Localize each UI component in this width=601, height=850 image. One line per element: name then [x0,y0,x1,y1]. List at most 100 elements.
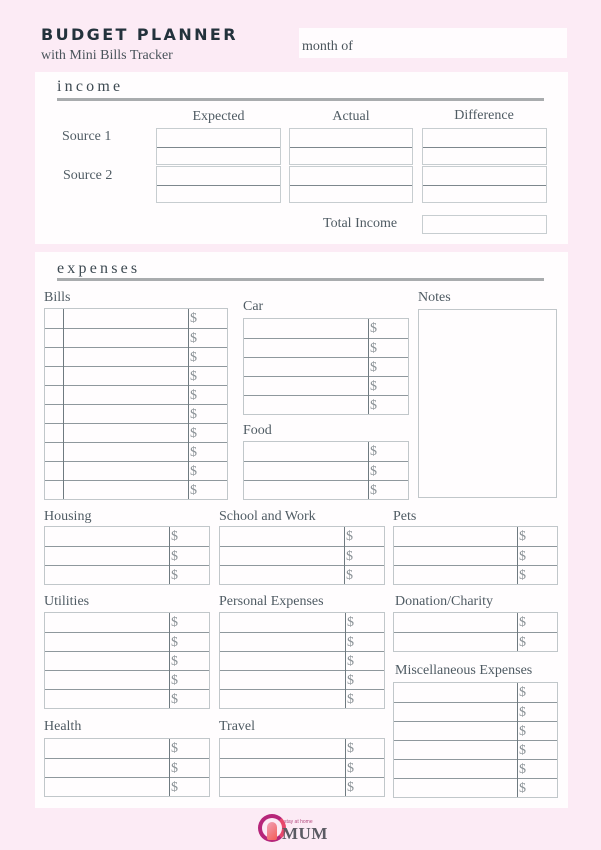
source-2-actual-field[interactable] [289,166,413,203]
total-income-field[interactable] [422,215,547,234]
dollar-sign: $ [519,635,526,650]
bills-row[interactable]: $ [45,385,227,404]
school-work-row[interactable]: $ [220,565,384,584]
bill-paid-checkbox[interactable] [45,367,63,385]
travel-row[interactable]: $ [220,739,384,758]
dollar-sign: $ [171,741,178,756]
brand-logo: stay at home MUM [258,812,342,846]
dollar-sign: $ [346,568,353,583]
dollar-sign: $ [519,762,526,777]
food-row[interactable]: $ [244,480,408,499]
amount-column-divider [188,309,189,499]
source-2-expected-field[interactable] [156,166,281,203]
bills-row[interactable]: $ [45,423,227,442]
bill-paid-checkbox[interactable] [45,481,63,499]
health-row[interactable]: $ [45,739,209,758]
car-row[interactable]: $ [244,338,408,357]
bills-row[interactable]: $ [45,480,227,499]
source-1-actual-field[interactable] [289,128,413,165]
school-work-row[interactable]: $ [220,546,384,565]
travel-row[interactable]: $ [220,758,384,777]
dollar-sign: $ [347,635,354,650]
bills-row[interactable]: $ [45,309,227,328]
bill-paid-checkbox[interactable] [45,386,63,404]
bills-row[interactable]: $ [45,404,227,423]
dollar-sign: $ [519,529,526,544]
utilities-row[interactable]: $ [45,689,209,708]
bills-label: Bills [44,290,71,305]
car-row[interactable]: $ [244,319,408,338]
school-work-row[interactable]: $ [220,527,384,546]
amount-column-divider [169,613,170,708]
month-field[interactable]: month of [299,28,567,58]
utilities-row[interactable]: $ [45,670,209,689]
car-row[interactable]: $ [244,395,408,414]
pets-row[interactable]: $ [394,565,557,584]
car-row[interactable]: $ [244,357,408,376]
dollar-sign: $ [370,483,377,498]
misc-row[interactable]: $ [394,759,557,778]
misc-row[interactable]: $ [394,740,557,759]
pets-row[interactable]: $ [394,527,557,546]
amount-column-divider [345,613,346,708]
utilities-row[interactable]: $ [45,651,209,670]
dollar-sign: $ [519,781,526,796]
source-1-expected-field[interactable] [156,128,281,165]
personal-row[interactable]: $ [220,632,384,651]
misc-label: Miscellaneous Expenses [395,663,533,678]
donation-row[interactable]: $ [394,632,557,651]
bill-paid-checkbox[interactable] [45,405,63,423]
misc-row[interactable]: $ [394,721,557,740]
source-1-label: Source 1 [62,129,112,144]
travel-row[interactable]: $ [220,777,384,796]
bill-paid-checkbox[interactable] [45,462,63,480]
housing-row[interactable]: $ [45,527,209,546]
bills-row[interactable]: $ [45,461,227,480]
dollar-sign: $ [519,615,526,630]
bill-paid-checkbox[interactable] [45,424,63,442]
dollar-sign: $ [190,483,197,498]
misc-row[interactable]: $ [394,778,557,797]
food-row[interactable]: $ [244,442,408,461]
misc-row[interactable]: $ [394,683,557,702]
dollar-sign: $ [171,673,178,688]
dollar-sign: $ [190,407,197,422]
utilities-row[interactable]: $ [45,632,209,651]
dollar-sign: $ [519,705,526,720]
donation-row[interactable]: $ [394,613,557,632]
health-row[interactable]: $ [45,758,209,777]
health-row[interactable]: $ [45,777,209,796]
car-row[interactable]: $ [244,376,408,395]
source-1-difference-field[interactable] [422,128,547,165]
food-row[interactable]: $ [244,461,408,480]
bills-row[interactable]: $ [45,328,227,347]
housing-row[interactable]: $ [45,565,209,584]
personal-row[interactable]: $ [220,651,384,670]
page-title: BUDGET PLANNER [41,25,238,44]
amount-column-divider [517,527,518,584]
col-head-actual: Actual [332,109,370,124]
utilities-row[interactable]: $ [45,613,209,632]
bill-paid-checkbox[interactable] [45,443,63,461]
bills-row[interactable]: $ [45,442,227,461]
dollar-sign: $ [190,388,197,403]
bill-paid-checkbox[interactable] [45,309,63,328]
bill-paid-checkbox[interactable] [45,348,63,366]
dollar-sign: $ [347,673,354,688]
source-2-difference-field[interactable] [422,166,547,203]
travel-label: Travel [219,719,256,734]
misc-row[interactable]: $ [394,702,557,721]
dollar-sign: $ [171,549,178,564]
personal-row[interactable]: $ [220,670,384,689]
pets-row[interactable]: $ [394,546,557,565]
personal-row[interactable]: $ [220,689,384,708]
personal-row[interactable]: $ [220,613,384,632]
income-heading: income [57,78,124,95]
bills-row[interactable]: $ [45,347,227,366]
amount-column-divider [517,613,518,651]
notes-field[interactable] [418,309,557,498]
bill-paid-checkbox[interactable] [45,329,63,347]
bills-row[interactable]: $ [45,366,227,385]
housing-row[interactable]: $ [45,546,209,565]
utilities-label: Utilities [44,594,90,609]
